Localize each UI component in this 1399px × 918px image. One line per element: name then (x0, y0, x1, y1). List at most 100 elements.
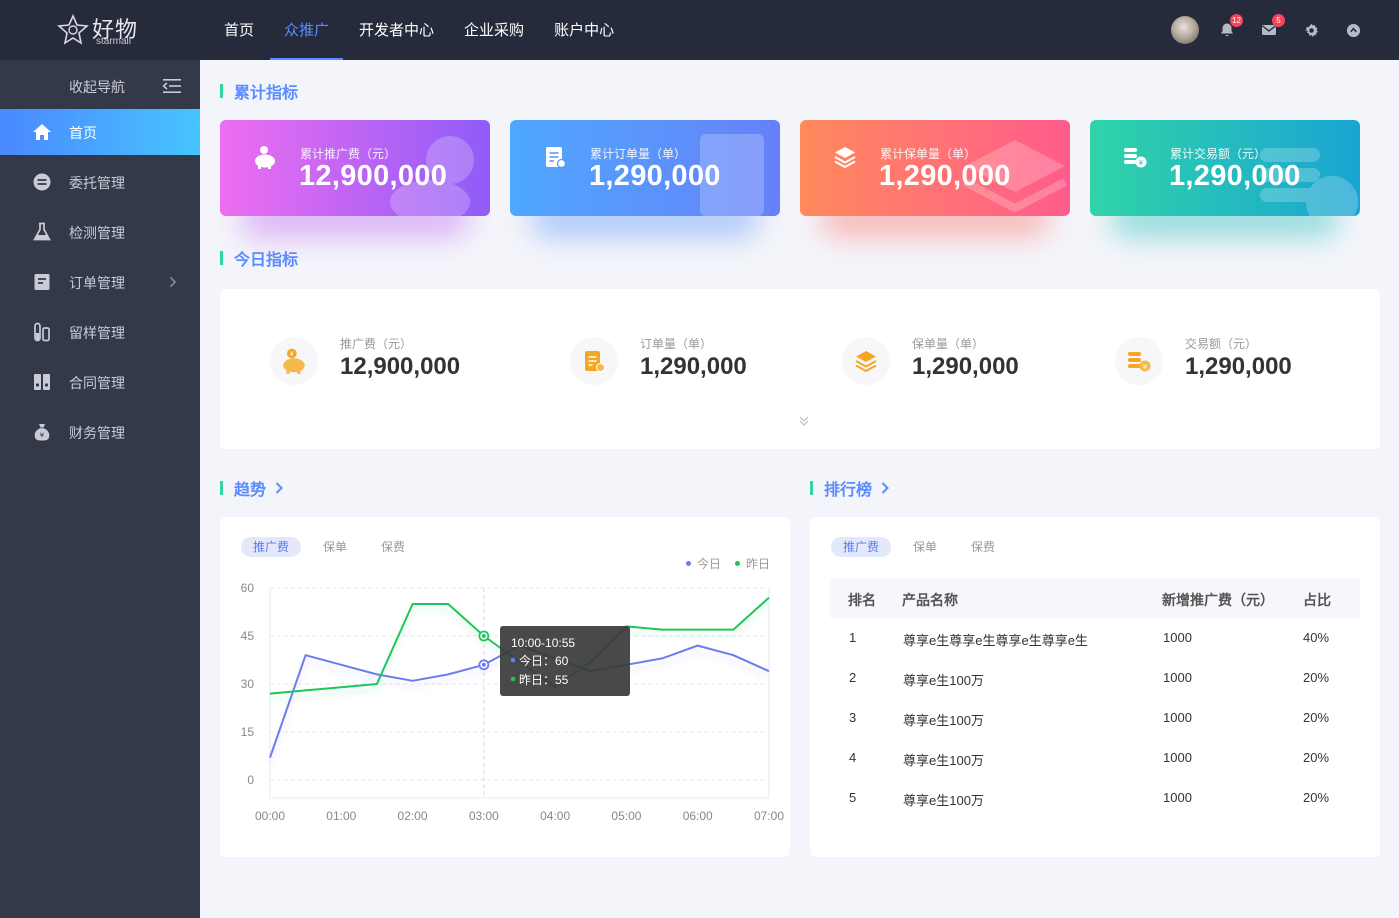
kpi-value: 1,290,000 (879, 160, 1011, 192)
clipboard-icon (585, 351, 605, 372)
sidebar-item-entrust[interactable]: 委托管理 (0, 159, 200, 205)
coins-icon: ¥ (1128, 352, 1151, 372)
sidebar-item-label: 订单管理 (69, 275, 125, 291)
notification-button[interactable]: 12 (1217, 14, 1243, 40)
column-header-rank: 排名 (848, 592, 876, 608)
kpi-value: 1,290,000 (589, 160, 721, 192)
kpi-card-promotion-fee[interactable]: 累计推广费（元） 12,900,000 (220, 120, 490, 216)
ranking-tabs: 推广费 保单 保费 (831, 537, 1017, 557)
sidebar-item-label: 财务管理 (69, 425, 125, 441)
sidebar-item-finance[interactable]: ¥ 财务管理 (0, 409, 200, 455)
table-row[interactable]: 2 尊享e生100万 1000 20% (830, 658, 1360, 698)
y-tick-label: 15 (241, 725, 255, 739)
collapse-nav-label: 收起导航 (69, 79, 125, 95)
sidebar-item-orders[interactable]: 订单管理 (0, 259, 200, 305)
section-marker (220, 481, 223, 495)
today-section-title: 今日指标 (220, 248, 299, 269)
order-icon (34, 274, 50, 290)
brand-logo[interactable]: 好物 starmall (56, 10, 146, 50)
cell-product: 尊享e生尊享e生尊享e生尊享e生 (903, 633, 1088, 648)
today-metric-label: 推广费（元） (340, 337, 413, 351)
cell-ratio: 40% (1303, 630, 1330, 645)
header-actions: 12 5 (1171, 14, 1363, 46)
power-icon (1346, 23, 1360, 37)
table-row[interactable]: 4 尊享e生100万 1000 20% (830, 738, 1360, 778)
user-avatar[interactable] (1171, 16, 1199, 44)
x-tick-label: 03:00 (469, 809, 499, 823)
sidebar-item-label: 留样管理 (69, 325, 125, 341)
sidebar-item-contracts[interactable]: 合同管理 (0, 359, 200, 405)
coins-icon: ¥ (1124, 148, 1147, 168)
top-bar: 好物 starmall 首页 众推广 开发者中心 企业采购 账户中心 12 5 (0, 0, 1399, 60)
collapse-menu-icon (162, 79, 181, 93)
section-title-text: 累计指标 (234, 85, 299, 102)
nav-developer-center[interactable]: 开发者中心 (345, 0, 448, 60)
cell-new-fee: 1000 (1163, 750, 1192, 765)
column-header-ratio: 占比 (1303, 592, 1331, 608)
settings-button[interactable] (1301, 20, 1321, 40)
cell-ratio: 20% (1303, 750, 1330, 765)
table-row[interactable]: 3 尊享e生100万 1000 20% (830, 698, 1360, 738)
tab-promotion-fee[interactable]: 推广费 (831, 537, 892, 557)
table-header: 排名 产品名称 新增推广费（元） 占比 (830, 578, 1360, 618)
cell-rank: 5 (849, 790, 857, 805)
chevron-right-icon (275, 482, 283, 494)
table-row[interactable]: 1 尊享e生尊享e生尊享e生尊享e生 1000 40% (830, 618, 1360, 658)
trend-line-chart[interactable]: 0 15 30 45 60 00:00 01:00 02:00 03:00 04:00 05:00 0… (220, 517, 790, 857)
today-metric-label: 保单量（单） (912, 337, 985, 351)
kpi-card-policies[interactable]: 累计保单量（单） 1,290,000 (800, 120, 1070, 216)
cell-ratio: 20% (1303, 790, 1330, 805)
nav-home[interactable]: 首页 (210, 0, 268, 60)
ranking-panel: 推广费 保单 保费 排名 产品名称 新增推广费（元） 占比 1 尊享e生尊享e生… (810, 517, 1380, 857)
x-tick-label: 00:00 (255, 809, 285, 823)
today-metric-value: 1,290,000 (1185, 353, 1292, 380)
svg-text:¥: ¥ (40, 432, 45, 440)
logout-button[interactable] (1343, 20, 1363, 40)
trend-panel: 推广费 保单 保费 今日 昨日 0 15 30 45 60 00:00 01:00 02:00… (220, 517, 790, 857)
x-tick-label: 06:00 (683, 809, 713, 823)
sample-tube-icon (34, 322, 50, 342)
sidebar-item-label: 委托管理 (69, 175, 125, 191)
tab-premium[interactable]: 保费 (959, 537, 1007, 557)
trend-section-title[interactable]: 趋势 (220, 478, 284, 499)
mail-button[interactable]: 5 (1259, 14, 1285, 40)
x-tick-label: 07:00 (754, 809, 784, 823)
column-header-new-fee: 新增推广费（元） (1162, 592, 1274, 608)
x-tick-label: 04:00 (540, 809, 570, 823)
nav-account-center[interactable]: 账户中心 (540, 0, 628, 60)
y-tick-label: 30 (241, 677, 255, 691)
table-row[interactable]: 5 尊享e生100万 1000 20% (830, 778, 1360, 818)
ranking-section-title[interactable]: 排行榜 (810, 478, 890, 499)
sidebar: 收起导航 首页 委托管理 检测管理 订单管理 留样管理 合同管理 ¥ 财务管理 (0, 60, 200, 918)
tooltip-title: 10:00-10:55 (511, 636, 575, 650)
mail-badge: 5 (1272, 14, 1285, 27)
section-title-text: 今日指标 (234, 252, 299, 269)
piggy-bank-icon (255, 146, 275, 169)
expand-chevron-down-icon[interactable] (797, 414, 811, 428)
nav-enterprise-purchase[interactable]: 企业采购 (450, 0, 538, 60)
cell-rank: 1 (849, 630, 857, 645)
metric-icon-circle (570, 337, 618, 385)
tab-policies[interactable]: 保单 (901, 537, 949, 557)
y-tick-label: 45 (241, 629, 255, 643)
collapse-nav-button[interactable]: 收起导航 (0, 60, 200, 110)
cumulative-section-title: 累计指标 (220, 81, 299, 102)
tooltip-today-dot (510, 657, 516, 663)
cell-new-fee: 1000 (1163, 670, 1192, 685)
cell-product: 尊享e生100万 (903, 713, 984, 728)
kpi-card-orders[interactable]: 累计订单量（单） 1,290,000 (510, 120, 780, 216)
svg-text:¥: ¥ (1139, 159, 1144, 167)
money-bag-icon: ¥ (34, 424, 50, 441)
cell-new-fee: 1000 (1163, 710, 1192, 725)
sidebar-item-samples[interactable]: 留样管理 (0, 309, 200, 355)
chevron-right-icon (881, 482, 889, 494)
sidebar-item-label: 合同管理 (69, 375, 125, 391)
gear-icon (1304, 23, 1318, 37)
today-metrics-panel: ¥ 推广费（元） 12,900,000 订单量（单） 1,290,000 保单量… (220, 289, 1380, 449)
sidebar-item-testing[interactable]: 检测管理 (0, 209, 200, 255)
kpi-card-transactions[interactable]: ¥ 累计交易额（元） 1,290,000 (1090, 120, 1360, 216)
svg-text:¥: ¥ (1143, 363, 1148, 371)
nav-promotion[interactable]: 众推广 (270, 0, 344, 60)
sidebar-item-home[interactable]: 首页 (0, 109, 200, 155)
x-tick-label: 01:00 (326, 809, 356, 823)
